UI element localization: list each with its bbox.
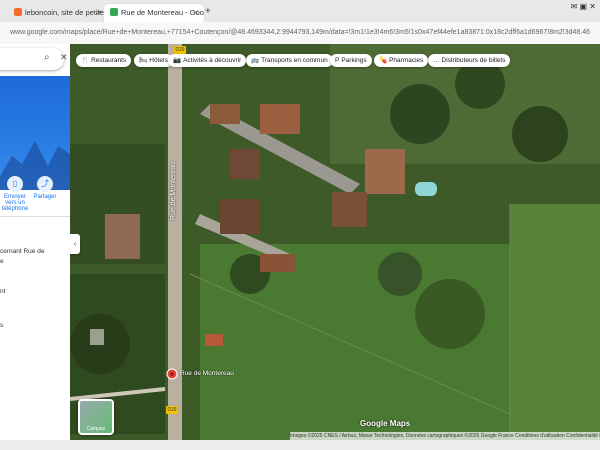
layers-label: Calques (86, 426, 106, 432)
bottom-strip (0, 440, 600, 450)
search-box[interactable]: ⌕ ✕ (0, 48, 68, 70)
more-icon: … (433, 57, 440, 64)
close-icon[interactable]: ✕ (60, 52, 68, 63)
google-maps-watermark: Google Maps (360, 419, 411, 428)
chip-pharmacies[interactable]: 💊 Pharmacies (374, 54, 429, 67)
chip-label: Restaurants (91, 57, 127, 64)
tab-close-icon[interactable]: ✕ (96, 9, 102, 17)
save-icon[interactable]: ▣ (580, 2, 588, 11)
mountain-silhouette (0, 141, 70, 190)
tab-bar: leboncoin, site de petites ✕ Rue de Mont… (0, 0, 600, 23)
parking-icon: P (335, 57, 340, 64)
new-tab-button[interactable]: + (205, 6, 211, 17)
address-bar: www.google.com/maps/place/Rue+de+Montere… (0, 22, 600, 45)
send-to-phone-button[interactable]: ▯ Envoyer vers un téléphone (0, 176, 30, 212)
action-label: Envoyer vers un téléphone (1, 194, 29, 212)
chip-label: Pharmacies (389, 57, 424, 64)
road-name-label: Rue de Montereau (170, 162, 177, 220)
pin-label: Rue de Montereau (180, 370, 234, 377)
chip-label: Activités à découvrir (183, 57, 242, 64)
chip-hotels[interactable]: 🛏 Hôtels (134, 54, 173, 67)
chip-activities[interactable]: 📷 Activités à découvrir (168, 54, 247, 67)
bus-icon: 🚌 (251, 57, 260, 64)
place-photo[interactable] (0, 76, 70, 190)
sidebar-text: nt (0, 288, 6, 295)
pill-icon: 💊 (379, 57, 388, 64)
chip-atm[interactable]: … Distributeurs de billets (428, 54, 511, 67)
share-button[interactable]: ⤴ Partager (30, 176, 60, 200)
layers-button[interactable]: Calques (78, 399, 114, 435)
chip-transit[interactable]: 🚌 Transports en commun (246, 54, 333, 67)
maps-favicon-icon (110, 8, 118, 16)
satellite-map[interactable]: D29 D29 🍴 Restaurants 🛏 Hôtels 📷 Activités … (70, 44, 600, 440)
tab-close-icon[interactable]: ✕ (193, 9, 199, 17)
action-label: Partager (33, 194, 57, 200)
road-shield: D29 (166, 406, 178, 414)
tab-label: Rue de Montereau - Goo (121, 8, 204, 17)
fork-knife-icon: 🍴 (81, 57, 90, 64)
divider (0, 216, 70, 217)
mail-icon[interactable]: ✉ (571, 2, 578, 11)
chip-label: Parkings (341, 57, 367, 64)
satellite-imagery (70, 44, 600, 440)
phone-icon: ▯ (7, 176, 23, 192)
share-icon: ⤴ (37, 176, 53, 192)
leboncoin-favicon-icon (14, 8, 22, 16)
chip-label: Distributeurs de billets (441, 57, 506, 64)
tab-leboncoin[interactable]: leboncoin, site de petites (8, 4, 110, 22)
window-controls: ✉ ▣ ✕ (571, 2, 596, 11)
tab-google-maps[interactable]: Rue de Montereau - Goo (104, 4, 204, 22)
close-window-icon[interactable]: ✕ (589, 2, 596, 11)
url-field[interactable]: www.google.com/maps/place/Rue+de+Montere… (10, 26, 590, 40)
copyright-bar: Images ©2025 CNES / Airbus, Maxar Techno… (290, 432, 600, 440)
sidebar-text: cernant Rue de (0, 248, 45, 255)
chip-parking[interactable]: P Parkings (330, 54, 372, 67)
chip-label: Transports en commun (261, 57, 328, 64)
road-shield: D29 (174, 46, 186, 54)
chip-label: Hôtels (149, 57, 168, 64)
camera-icon: 📷 (173, 57, 182, 64)
search-icon[interactable]: ⌕ (44, 52, 50, 63)
chip-restaurants[interactable]: 🍴 Restaurants (76, 54, 132, 67)
sidebar-text: s (0, 322, 4, 329)
side-panel: ⌕ ✕ ▯ Envoyer vers un téléphone ⤴ Partag… (0, 44, 71, 440)
collapse-panel-button[interactable]: ‹ (70, 234, 80, 254)
sidebar-text: e (0, 258, 4, 265)
bed-icon: 🛏 (139, 57, 148, 64)
